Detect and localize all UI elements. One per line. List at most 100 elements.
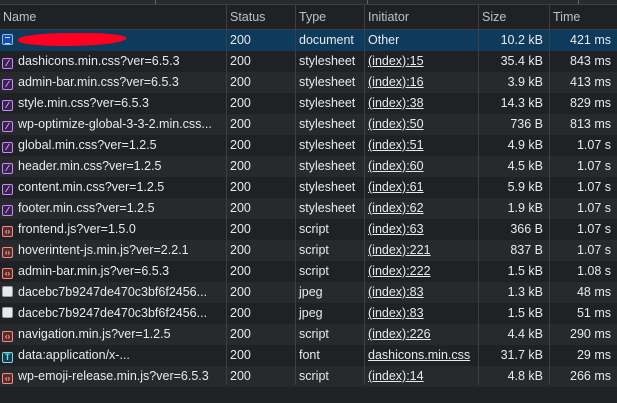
initiator-link[interactable]: (index):83 bbox=[364, 282, 478, 303]
request-name: wp-optimize-global-3-3-2.min.css... bbox=[18, 117, 212, 131]
table-row[interactable]: ∕ wp-optimize-global-3-3-2.min.css... 200 s… bbox=[0, 114, 617, 135]
column-divider[interactable] bbox=[295, 5, 296, 385]
request-name-cell[interactable]: ‹› hoverintent-js.min.js?ver=2.2.1 bbox=[0, 240, 226, 261]
request-name-cell[interactable]: dacebc7b9247de470c3bf6f2456... bbox=[0, 282, 226, 303]
table-row[interactable]: ‹› navigation.min.js?ver=1.2.5 200 script (i… bbox=[0, 324, 617, 345]
column-divider[interactable] bbox=[549, 5, 550, 385]
request-name-cell[interactable]: ∕ global.min.css?ver=1.2.5 bbox=[0, 135, 226, 156]
time-cell: 421 ms bbox=[570, 33, 611, 47]
table-row[interactable]: ‹› admin-bar.min.js?ver=6.5.3 200 script (in… bbox=[0, 261, 617, 282]
request-name-cell[interactable]: ∕ footer.min.css?ver=1.2.5 bbox=[0, 198, 226, 219]
size-cell: 35.4 kB bbox=[500, 54, 543, 68]
initiator-link[interactable]: (index):83 bbox=[364, 303, 478, 324]
size-cell: 1.3 kB bbox=[507, 285, 543, 299]
request-name-cell[interactable]: ∕ admin-bar.min.css?ver=6.5.3 bbox=[0, 72, 226, 93]
stylesheet-icon: ∕ bbox=[2, 163, 13, 174]
initiator-link[interactable]: dashicons.min.css bbox=[364, 345, 478, 366]
request-name-cell[interactable]: dacebc7b9247de470c3bf6f2456... bbox=[0, 303, 226, 324]
initiator-link[interactable]: (index):14 bbox=[364, 366, 478, 387]
column-divider[interactable] bbox=[364, 5, 365, 385]
table-row[interactable]: dacebc7b9247de470c3bf6f2456... 200 jpeg (in… bbox=[0, 282, 617, 303]
status-cell: 200 bbox=[230, 369, 251, 383]
time-cell: 266 ms bbox=[570, 369, 611, 383]
size-cell: 14.3 kB bbox=[500, 96, 543, 110]
column-header-size[interactable]: Size bbox=[478, 5, 549, 29]
type-cell: jpeg bbox=[299, 285, 323, 299]
request-name-cell[interactable]: ‹› admin-bar.min.js?ver=6.5.3 bbox=[0, 261, 226, 282]
table-row[interactable]: ∕ dashicons.min.css?ver=6.5.3 200 styleshee… bbox=[0, 51, 617, 72]
status-cell: 200 bbox=[230, 96, 251, 110]
status-cell: 200 bbox=[230, 327, 251, 341]
table-row[interactable]: Tdata:application/x-... 200 font dashicons.… bbox=[0, 345, 617, 366]
column-divider[interactable] bbox=[478, 5, 479, 385]
time-cell: 1.07 s bbox=[576, 243, 611, 257]
size-cell: 1.5 kB bbox=[507, 264, 543, 278]
initiator-link[interactable]: (index):63 bbox=[364, 219, 478, 240]
request-name-cell[interactable]: Tdata:application/x-... bbox=[0, 345, 226, 366]
overview-tick bbox=[578, 0, 579, 4]
request-name-cell[interactable]: ∕ dashicons.min.css?ver=6.5.3 bbox=[0, 51, 226, 72]
initiator-link[interactable]: (index):60 bbox=[364, 156, 478, 177]
table-row[interactable]: ∕ global.min.css?ver=1.2.5 200 stylesheet (i… bbox=[0, 135, 617, 156]
request-name-cell[interactable]: ∕ content.min.css?ver=1.2.5 bbox=[0, 177, 226, 198]
table-row[interactable]: ∕ admin-bar.min.css?ver=6.5.3 200 styleshee… bbox=[0, 72, 617, 93]
type-cell: jpeg bbox=[299, 306, 323, 320]
type-cell: script bbox=[299, 264, 329, 278]
request-name: navigation.min.js?ver=1.2.5 bbox=[18, 327, 171, 341]
column-header-status[interactable]: Status bbox=[226, 5, 295, 29]
column-header-type[interactable]: Type bbox=[295, 5, 364, 29]
initiator-link[interactable]: (index):222 bbox=[364, 261, 478, 282]
size-cell: 4.4 kB bbox=[507, 327, 543, 341]
time-cell: 413 ms bbox=[570, 75, 611, 89]
time-cell: 1.08 s bbox=[576, 264, 611, 278]
status-cell: 200 bbox=[230, 75, 251, 89]
initiator-link[interactable]: (index):15 bbox=[364, 51, 478, 72]
table-row[interactable]: dacebc7b9247de470c3bf6f2456... 200 jpeg (in… bbox=[0, 303, 617, 324]
column-header-name[interactable]: Name bbox=[0, 5, 226, 29]
request-name-cell[interactable]: ∕ style.min.css?ver=6.5.3 bbox=[0, 93, 226, 114]
request-name: content.min.css?ver=1.2.5 bbox=[18, 180, 165, 194]
initiator-link[interactable]: (index):62 bbox=[364, 198, 478, 219]
initiator-link[interactable]: (index):221 bbox=[364, 240, 478, 261]
status-cell: 200 bbox=[230, 201, 251, 215]
request-name-cell[interactable]: ‹› frontend.js?ver=1.5.0 bbox=[0, 219, 226, 240]
table-row[interactable]: ‹› hoverintent-js.min.js?ver=2.2.1 200 scri… bbox=[0, 240, 617, 261]
image-icon bbox=[2, 307, 13, 318]
request-name-cell[interactable] bbox=[0, 30, 226, 51]
type-cell: stylesheet bbox=[299, 75, 356, 89]
status-cell: 200 bbox=[230, 138, 251, 152]
document-icon bbox=[2, 34, 13, 45]
table-row[interactable]: ∕ header.min.css?ver=1.2.5 200 stylesheet (i… bbox=[0, 156, 617, 177]
type-cell: document bbox=[299, 33, 354, 47]
type-cell: script bbox=[299, 222, 329, 236]
time-cell: 29 ms bbox=[576, 348, 611, 362]
table-row[interactable]: ∕ footer.min.css?ver=1.2.5 200 stylesheet (i… bbox=[0, 198, 617, 219]
initiator-link[interactable]: (index):51 bbox=[364, 135, 478, 156]
column-divider[interactable] bbox=[226, 5, 227, 385]
type-cell: stylesheet bbox=[299, 201, 356, 215]
table-row[interactable]: ‹› wp-emoji-release.min.js?ver=6.5.3 200 sc… bbox=[0, 366, 617, 387]
initiator-link[interactable]: (index):38 bbox=[364, 93, 478, 114]
size-cell: 4.9 kB bbox=[507, 138, 543, 152]
column-header-time[interactable]: Time bbox=[549, 5, 617, 29]
initiator-link[interactable]: (index):16 bbox=[364, 72, 478, 93]
request-name: header.min.css?ver=1.2.5 bbox=[18, 159, 162, 173]
request-name-cell[interactable]: ‹› navigation.min.js?ver=1.2.5 bbox=[0, 324, 226, 345]
font-icon: T bbox=[2, 352, 13, 363]
network-request-table: Name Status Type Initiator Size Time 200… bbox=[0, 5, 617, 387]
request-name-cell[interactable]: ∕ wp-optimize-global-3-3-2.min.css... bbox=[0, 114, 226, 135]
time-cell: 1.07 s bbox=[576, 201, 611, 215]
table-row[interactable]: ∕ content.min.css?ver=1.2.5 200 stylesheet (… bbox=[0, 177, 617, 198]
table-row[interactable]: 200 document Other 10.2 kB 421 ms bbox=[0, 30, 617, 51]
initiator-link[interactable]: (index):226 bbox=[364, 324, 478, 345]
size-cell: 1.9 kB bbox=[507, 201, 543, 215]
time-cell: 290 ms bbox=[570, 327, 611, 341]
column-header-initiator[interactable]: Initiator bbox=[364, 5, 478, 29]
table-row[interactable]: ‹› frontend.js?ver=1.5.0 200 script (index):… bbox=[0, 219, 617, 240]
table-row[interactable]: ∕ style.min.css?ver=6.5.3 200 stylesheet (in… bbox=[0, 93, 617, 114]
initiator-link[interactable]: (index):50 bbox=[364, 114, 478, 135]
request-name-cell[interactable]: ∕ header.min.css?ver=1.2.5 bbox=[0, 156, 226, 177]
initiator-link[interactable]: (index):61 bbox=[364, 177, 478, 198]
request-name: admin-bar.min.css?ver=6.5.3 bbox=[18, 75, 179, 89]
request-name-cell[interactable]: ‹› wp-emoji-release.min.js?ver=6.5.3 bbox=[0, 366, 226, 387]
